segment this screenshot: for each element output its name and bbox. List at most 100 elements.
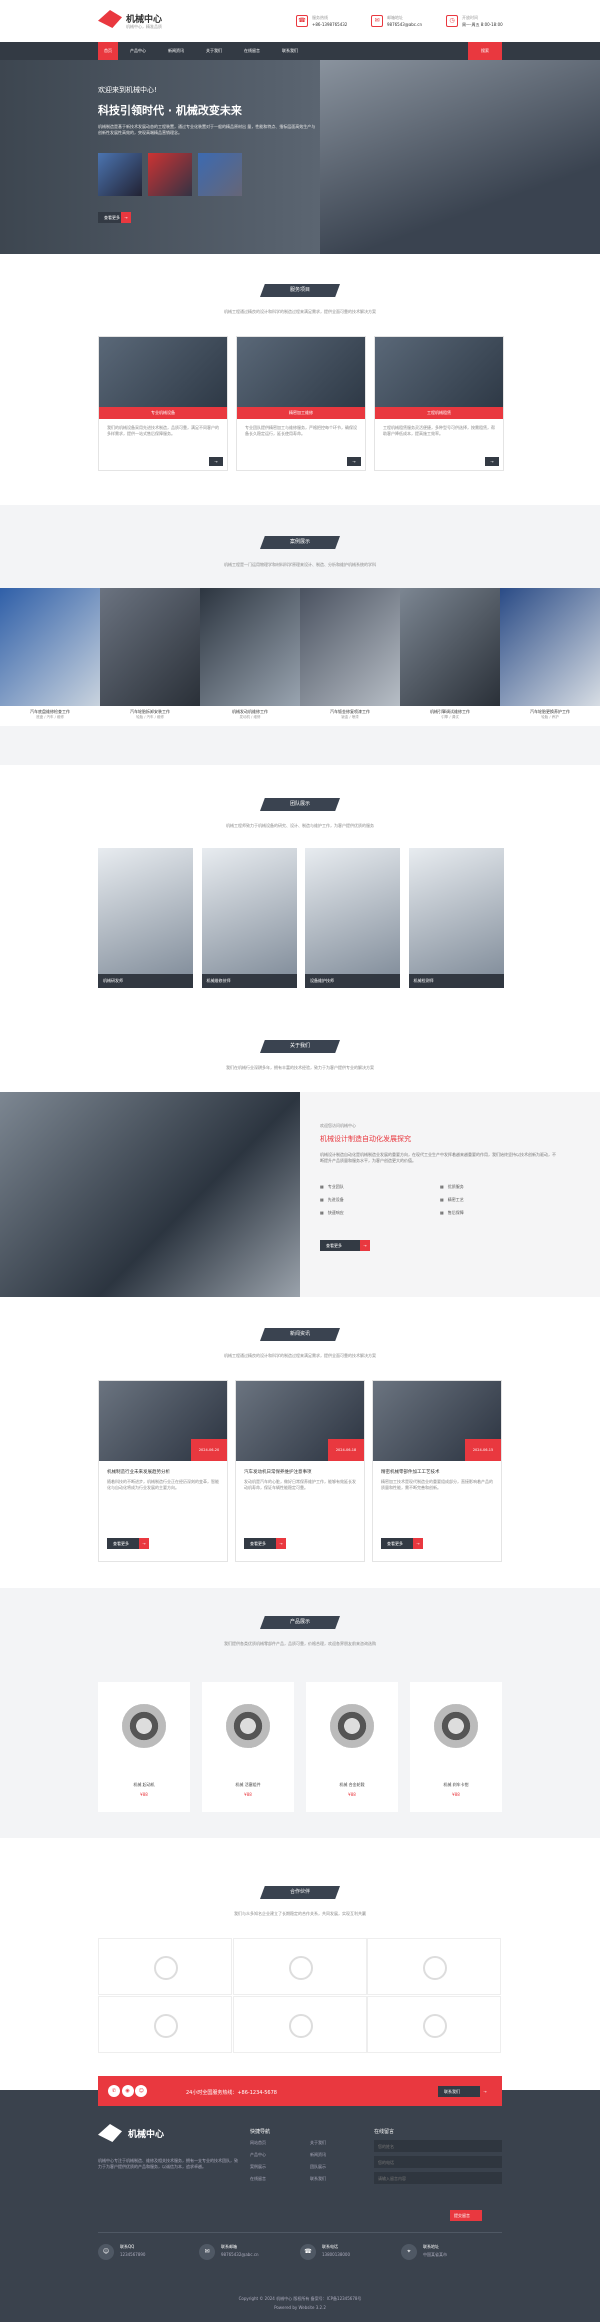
partner-logo[interactable] <box>98 1938 232 1995</box>
footer-link[interactable]: 案例展示 <box>250 2164 266 2170</box>
location-icon: ⌖ <box>401 2244 417 2260</box>
message-field[interactable] <box>374 2156 502 2168</box>
message-field[interactable] <box>374 2140 502 2152</box>
about-image <box>0 1092 300 1297</box>
service-card[interactable]: 工程机械租赁 工程机械租赁服务灵活便捷，多种型号可供选择，按需租赁，帮助客户降低… <box>374 336 504 471</box>
product-price: ¥88 <box>348 1792 356 1797</box>
news-title[interactable]: 机械制造行业未来发展趋势分析 <box>99 1461 227 1479</box>
about-feature-label: 专业团队 <box>327 1184 344 1189</box>
footer-copyright: Copyright © 2024 机械中心 版权所有 备案号：ICP备12345… <box>238 2296 362 2301</box>
about-welcome: 欢迎您访问机械中心 <box>320 1123 356 1128</box>
nav-item-news[interactable]: 新闻资讯 <box>168 42 184 60</box>
news-card[interactable]: 2024-06-20 机械制造行业未来发展趋势分析 随着科技的不断进步，机械制造行业… <box>98 1380 228 1562</box>
news-title[interactable]: 精密机械零部件加工工艺技术 <box>373 1461 501 1479</box>
footer-contact: ☎ 联系电话 13800138000 <box>300 2240 400 2270</box>
nav-item-products[interactable]: 产品中心 <box>130 42 146 60</box>
team-member-name: 机械检测师 <box>408 974 504 988</box>
case-item[interactable]: 汽车轮胎拆卸安装工作 轮胎 / 汽车 / 维修 <box>100 588 200 726</box>
arrow-right-icon[interactable]: → <box>485 457 499 466</box>
hero-thumb[interactable] <box>98 153 142 196</box>
logo-icon[interactable] <box>98 10 122 28</box>
about-more-button[interactable]: 查看更多 → <box>320 1240 370 1251</box>
wechat-icon[interactable]: ✆ <box>108 2085 120 2097</box>
partner-logo[interactable] <box>367 1996 502 2053</box>
footer-link[interactable]: 产品中心 <box>250 2152 266 2158</box>
team-member[interactable]: 机械检测师 <box>408 848 504 988</box>
team-member-name: 机械维修技师 <box>201 974 297 988</box>
news-more-button[interactable]: 查看更多 → <box>244 1538 286 1549</box>
cta-button[interactable]: 联系我们 → <box>438 2086 490 2097</box>
partner-logo[interactable] <box>232 1996 367 2053</box>
case-tags: 发动机 / 维修 <box>239 715 261 719</box>
qq-icon[interactable]: ☺ <box>135 2085 148 2097</box>
product-card[interactable]: 机械 合金轮毂 ¥88 <box>306 1682 398 1812</box>
service-desc: 专业团队提供精密加工与维修服务，严格把控每个环节，确保设备长久稳定运行，延长使用… <box>245 425 357 436</box>
hero-thumb[interactable] <box>198 153 242 196</box>
footer <box>0 2090 600 2322</box>
team-member[interactable]: 机械研发师 <box>98 848 193 988</box>
feature-icon: ▦ <box>320 1184 324 1189</box>
case-item[interactable]: 汽车钣金修复喷漆工作 钣金 / 喷漆 <box>300 588 400 726</box>
case-tags: 轮胎 / 汽车 / 维修 <box>136 715 164 719</box>
news-more-button[interactable]: 查看更多 → <box>381 1538 423 1549</box>
hero-more-button[interactable]: 查看更多 → <box>98 212 131 223</box>
product-name: 机械 合金轮毂 <box>339 1782 365 1787</box>
service-card[interactable]: 专业机械设备 我们的机械设备采用先进技术制造，品质可靠，满足不同客户的多样需求，… <box>98 336 228 471</box>
submit-button[interactable]: 提交留言 <box>450 2210 482 2221</box>
partner-logo[interactable] <box>232 1938 367 1995</box>
nav-item-contact[interactable]: 联系我们 <box>282 42 298 60</box>
nav-item-message[interactable]: 在线留言 <box>244 42 260 60</box>
news-date: 2024-06-20 <box>191 1439 227 1461</box>
footer-link[interactable]: 网站首页 <box>250 2140 266 2146</box>
product-card[interactable]: 机械 活塞组件 ¥88 <box>202 1682 294 1812</box>
arrow-right-icon: → <box>360 1240 370 1251</box>
footer-link[interactable]: 团队展示 <box>310 2164 326 2170</box>
service-card[interactable]: 精密加工维修 专业团队提供精密加工与维修服务，严格把控每个环节，确保设备长久稳定… <box>236 336 366 471</box>
footer-link[interactable]: 在线留言 <box>250 2176 266 2182</box>
team-member[interactable]: 设备维护技师 <box>305 848 400 988</box>
news-more-label: 查看更多 <box>250 1541 266 1546</box>
news-title[interactable]: 汽车发动机日常保养维护注意事项 <box>236 1461 364 1479</box>
footer-link-label: 网站首页 <box>250 2140 266 2145</box>
case-item[interactable]: 汽车底盘维修检查工作 底盘 / 汽车 / 维修 <box>0 588 100 726</box>
team-member[interactable]: 机械维修技师 <box>201 848 297 988</box>
case-item[interactable]: 机械发动机维修工作 发动机 / 维修 <box>200 588 300 726</box>
footer-link[interactable]: 联系我们 <box>310 2176 326 2182</box>
product-card[interactable]: 机械 刹车卡钳 ¥88 <box>410 1682 502 1812</box>
news-more-button[interactable]: 查看更多 → <box>107 1538 149 1549</box>
footer-contacts: ☺ 联系QQ 1234567890 ✉ 联系邮箱 98765432@abc.cn ☎ 联系电话… <box>98 2240 502 2270</box>
footer-link-label: 案例展示 <box>250 2164 266 2169</box>
partner-logo[interactable] <box>98 1996 232 2053</box>
hero-thumb[interactable] <box>148 153 192 196</box>
product-name: 机械 活塞组件 <box>235 1782 261 1787</box>
team-title: 团队展示 <box>260 798 340 811</box>
feature-icon: ▦ <box>320 1210 324 1215</box>
product-card[interactable]: 机械 起动机 ¥88 <box>98 1682 190 1812</box>
news-card[interactable]: 2024-06-15 精密机械零部件加工工艺技术 精密加工技术是现代制造业的重要组成… <box>372 1380 502 1562</box>
search-button[interactable]: 搜索 <box>468 42 502 60</box>
products-title: 产品展示 <box>260 1616 340 1629</box>
case-item[interactable]: 机械引擎调试维修工作 引擎 / 调试 <box>400 588 500 726</box>
partner-logo[interactable] <box>367 1938 502 1995</box>
case-image <box>400 588 500 706</box>
nav-item-home[interactable]: 首页 <box>98 42 118 60</box>
mail-icon: ✉ <box>199 2244 215 2260</box>
message-field[interactable] <box>374 2172 502 2184</box>
arrow-right-icon[interactable]: → <box>209 457 223 466</box>
services-title: 服务项目 <box>260 284 340 297</box>
weibo-icon[interactable]: ◉ <box>121 2085 134 2097</box>
service-label: 专业机械设备 <box>99 407 227 419</box>
about-heading: 机械设计制造自动化发展探究 <box>320 1135 411 1143</box>
footer-link[interactable]: 新闻资讯 <box>310 2152 326 2158</box>
product-price: ¥88 <box>244 1792 252 1797</box>
case-item[interactable]: 汽车轮胎更换养护工作 轮胎 / 养护 <box>500 588 600 726</box>
nav-item-about[interactable]: 关于我们 <box>206 42 222 60</box>
footer-link[interactable]: 关于我们 <box>310 2140 326 2146</box>
arrow-right-icon[interactable]: → <box>347 457 361 466</box>
feature-icon: ▦ <box>440 1184 444 1189</box>
about-feature: ▦ 专业团队 <box>320 1184 344 1190</box>
news-card[interactable]: 2024-06-18 汽车发动机日常保养维护注意事项 发动机是汽车的心脏，做好日常保… <box>235 1380 365 1562</box>
case-tags: 钣金 / 喷漆 <box>341 715 359 719</box>
about-feature-label: 快速响应 <box>327 1210 344 1215</box>
hero-title: 科技引领时代 · 机械改变未来 <box>98 104 242 117</box>
